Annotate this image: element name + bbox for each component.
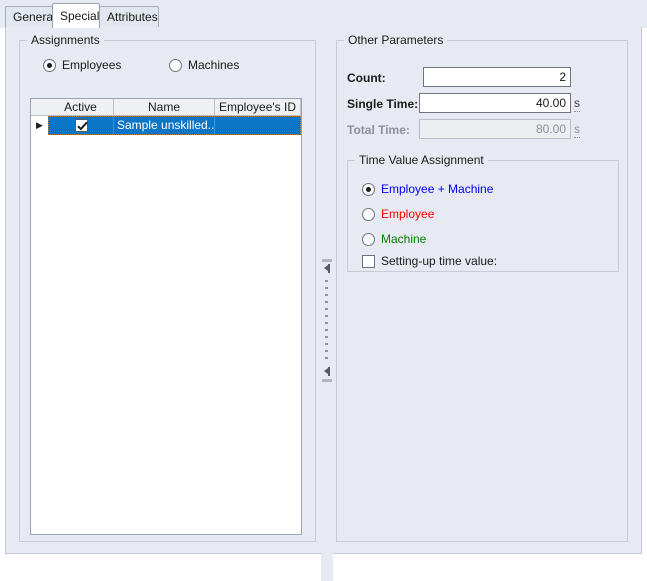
splitter-cap-top	[322, 259, 332, 262]
splitter-collapse-left-arrow-bottom-icon[interactable]	[323, 367, 331, 376]
radio-machines[interactable]: Machines	[169, 58, 239, 72]
other-parameters-group: Other Parameters Count: 2 Single Time: 4…	[336, 40, 628, 542]
panel-splitter[interactable]	[321, 54, 333, 581]
table-header-row: Active Name Employee's ID	[31, 99, 301, 116]
assignments-group: Assignments Employees Machines Active Na…	[19, 40, 316, 542]
radio-employee-indicator	[362, 208, 375, 221]
table-row[interactable]: ▶ Sample unskilled...	[31, 116, 301, 135]
radio-employee[interactable]: Employee	[362, 207, 434, 221]
total-time-unit: s	[574, 123, 580, 138]
time-value-assignment-title: Time Value Assignment	[355, 153, 488, 167]
tab-special[interactable]: Special	[52, 3, 100, 28]
checkbox-setting-up-time-value[interactable]: Setting-up time value:	[362, 254, 497, 268]
cell-name[interactable]: Sample unskilled...	[114, 117, 215, 134]
radio-employee-plus-machine-label: Employee + Machine	[381, 182, 493, 196]
radio-employee-label: Employee	[381, 207, 434, 221]
tab-general[interactable]: General	[5, 6, 58, 27]
table-header-active[interactable]: Active	[48, 99, 114, 115]
table-header-name[interactable]: Name	[114, 99, 215, 115]
table-header-row-indicator	[31, 99, 48, 115]
single-time-input[interactable]: 40.00	[419, 93, 571, 113]
radio-employees-indicator	[43, 59, 56, 72]
count-label: Count:	[347, 71, 386, 85]
radio-machine[interactable]: Machine	[362, 232, 426, 246]
total-time-label: Total Time:	[347, 123, 410, 137]
time-value-assignment-group: Time Value Assignment Employee + Machine…	[347, 160, 619, 272]
tab-attributes[interactable]: Attributes	[99, 6, 159, 27]
radio-machine-label: Machine	[381, 232, 426, 246]
splitter-grip-dots-upper	[325, 280, 328, 364]
checkbox-setting-up-time-value-label: Setting-up time value:	[381, 254, 497, 268]
tab-page-special: Assignments Employees Machines Active Na…	[5, 27, 642, 554]
radio-machine-indicator	[362, 233, 375, 246]
row-indicator-arrow-icon: ▶	[31, 116, 48, 135]
radio-employees-label: Employees	[62, 58, 121, 72]
other-parameters-group-title: Other Parameters	[344, 33, 447, 47]
radio-machines-label: Machines	[188, 58, 239, 72]
single-time-label: Single Time:	[347, 97, 418, 111]
tab-strip: General Special Attributes	[0, 0, 647, 28]
table-row-selected-area[interactable]: Sample unskilled...	[48, 116, 301, 135]
table-header-employee-id[interactable]: Employee's ID	[215, 99, 301, 115]
splitter-cap-bottom	[322, 379, 332, 382]
single-time-unit: s	[574, 97, 580, 112]
radio-employee-plus-machine-indicator	[362, 183, 375, 196]
cell-employee-id[interactable]	[215, 117, 300, 134]
radio-machines-indicator	[169, 59, 182, 72]
cell-active[interactable]	[49, 117, 114, 134]
checkbox-setting-up-time-value-indicator	[362, 255, 375, 268]
assignments-group-title: Assignments	[27, 33, 104, 47]
radio-employee-plus-machine[interactable]: Employee + Machine	[362, 182, 493, 196]
splitter-collapse-left-arrow-top-icon[interactable]	[323, 264, 331, 273]
assignments-table[interactable]: Active Name Employee's ID ▶ Sample unski…	[30, 98, 302, 535]
radio-employees[interactable]: Employees	[43, 58, 121, 72]
row-active-checkbox[interactable]	[75, 119, 88, 132]
total-time-input: 80.00	[419, 119, 571, 139]
count-input[interactable]: 2	[423, 67, 571, 87]
